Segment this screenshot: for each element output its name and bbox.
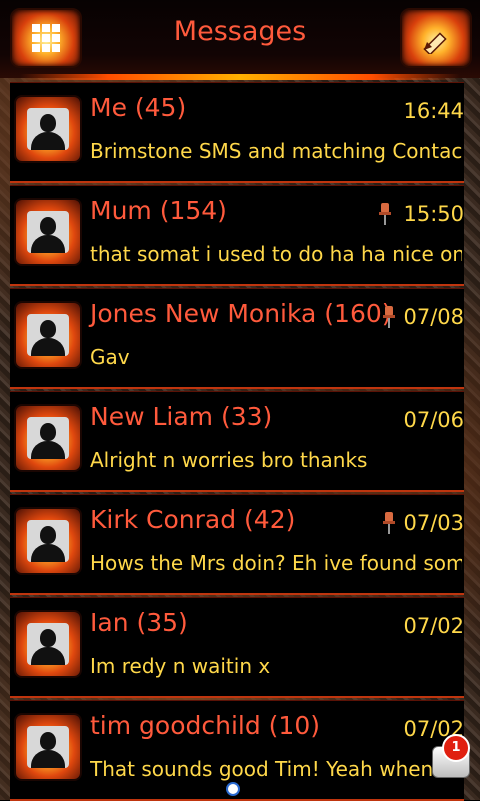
contact-name: Jones New Monika (160)	[90, 299, 392, 328]
conversation-row[interactable]: Jones New Monika (160) 07/08 Gav	[10, 288, 464, 389]
message-time: 07/02	[403, 614, 464, 638]
pencil-icon	[423, 32, 447, 54]
message-time: 07/03	[403, 511, 464, 535]
contact-name: Mum (154)	[90, 196, 227, 225]
notification-widget[interactable]: 1	[424, 732, 474, 788]
avatar[interactable]	[14, 713, 82, 781]
notification-count-badge: 1	[442, 734, 470, 762]
pin-icon	[383, 306, 395, 328]
message-snippet: Im redy n waitin x	[90, 654, 271, 678]
conversation-row[interactable]: Ian (35) 07/02 Im redy n waitin x	[10, 597, 464, 698]
message-snippet: That sounds good Tim! Yeah when the	[90, 757, 462, 781]
avatar[interactable]	[14, 507, 82, 575]
avatar[interactable]	[14, 198, 82, 266]
message-snippet: Brimstone SMS and matching Contacts	[90, 139, 462, 163]
conversation-row[interactable]: New Liam (33) 07/06 Alright n worries br…	[10, 391, 464, 492]
message-snippet: Alright n worries bro thanks	[90, 448, 368, 472]
avatar[interactable]	[14, 610, 82, 678]
message-time: 07/08	[403, 305, 464, 329]
contact-name: tim goodchild (10)	[90, 711, 320, 740]
message-snippet: Gav	[90, 345, 130, 369]
page-dot-active	[226, 782, 240, 796]
avatar[interactable]	[14, 95, 82, 163]
conversation-row[interactable]: Kirk Conrad (42) 07/03 Hows the Mrs doin…	[10, 494, 464, 595]
message-snippet: Hows the Mrs doin? Eh ive found some...	[90, 551, 462, 575]
message-time: 15:50	[403, 202, 464, 226]
message-snippet: that somat i used to do ha ha nice one .…	[90, 242, 462, 266]
message-time: 16:44	[403, 99, 464, 123]
contact-name: Kirk Conrad (42)	[90, 505, 296, 534]
contact-name: New Liam (33)	[90, 402, 273, 431]
message-time: 07/06	[403, 408, 464, 432]
pin-icon	[379, 203, 391, 225]
conversation-list: Me (45) 16:44 Brimstone SMS and matching…	[0, 80, 480, 801]
avatar[interactable]	[14, 301, 82, 369]
conversation-row[interactable]: Mum (154) 15:50 that somat i used to do …	[10, 185, 464, 286]
conversation-row[interactable]: Me (45) 16:44 Brimstone SMS and matching…	[10, 82, 464, 183]
contact-name: Ian (35)	[90, 608, 188, 637]
contact-name: Me (45)	[90, 93, 187, 122]
avatar[interactable]	[14, 404, 82, 472]
page-indicator	[226, 782, 240, 796]
compose-button[interactable]	[400, 8, 472, 68]
pin-icon	[383, 512, 395, 534]
app-header: Messages	[0, 0, 480, 80]
